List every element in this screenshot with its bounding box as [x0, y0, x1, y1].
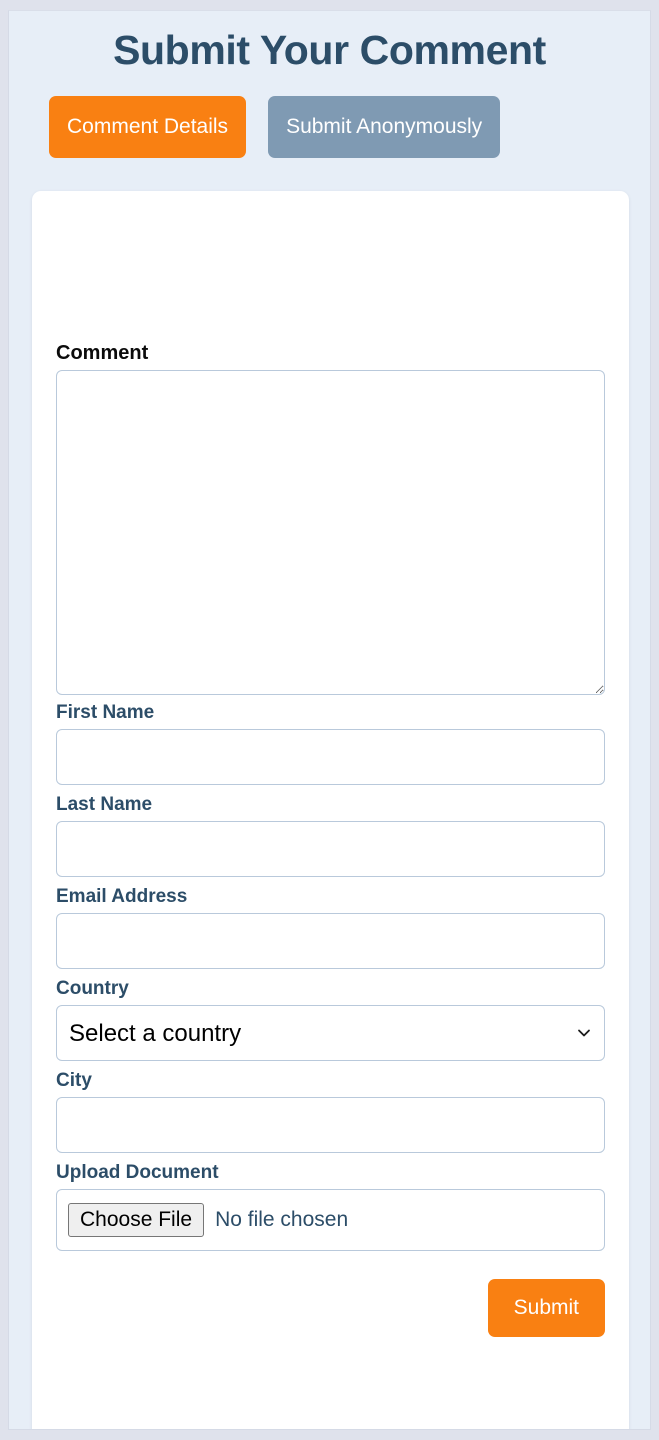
- card-top-spacer: [56, 191, 605, 343]
- submit-row: Submit: [56, 1261, 605, 1337]
- field-upload-document: Upload Document Choose File No file chos…: [56, 1163, 605, 1251]
- country-select[interactable]: Select a country: [56, 1005, 605, 1061]
- file-input-row[interactable]: Choose File No file chosen: [56, 1189, 605, 1251]
- label-upload-document: Upload Document: [56, 1162, 219, 1183]
- file-status-text: No file chosen: [215, 1208, 349, 1231]
- tab-submit-anonymously[interactable]: Submit Anonymously: [268, 96, 501, 159]
- tab-bar: Comment Details Submit Anonymously: [9, 74, 650, 159]
- label-first-name: First Name: [56, 702, 155, 723]
- field-last-name: Last Name: [56, 795, 605, 877]
- email-input[interactable]: [56, 913, 605, 969]
- submit-button[interactable]: Submit: [487, 1279, 605, 1337]
- field-email: Email Address: [56, 887, 605, 969]
- form-panel: Submit Your Comment Comment Details Subm…: [8, 10, 651, 1430]
- label-country: Country: [56, 978, 129, 999]
- choose-file-button[interactable]: Choose File: [68, 1202, 205, 1238]
- tab-comment-details[interactable]: Comment Details: [49, 96, 247, 159]
- page-shell: Submit Your Comment Comment Details Subm…: [0, 0, 659, 1440]
- city-input[interactable]: [56, 1097, 605, 1153]
- label-last-name: Last Name: [56, 794, 153, 815]
- field-comment: Comment: [56, 343, 605, 695]
- page-title: Submit Your Comment: [113, 27, 546, 73]
- field-first-name: First Name: [56, 703, 605, 785]
- label-city: City: [56, 1070, 92, 1091]
- field-city: City: [56, 1071, 605, 1153]
- first-name-input[interactable]: [56, 729, 605, 785]
- country-select-wrap: Select a country: [56, 1005, 605, 1061]
- field-country: Country Select a country: [56, 979, 605, 1061]
- label-comment: Comment: [56, 342, 149, 364]
- form-card: Comment First Name Last Name Email Addre…: [32, 191, 629, 1429]
- label-email-address: Email Address: [56, 886, 188, 907]
- comment-textarea[interactable]: [56, 370, 605, 695]
- last-name-input[interactable]: [56, 821, 605, 877]
